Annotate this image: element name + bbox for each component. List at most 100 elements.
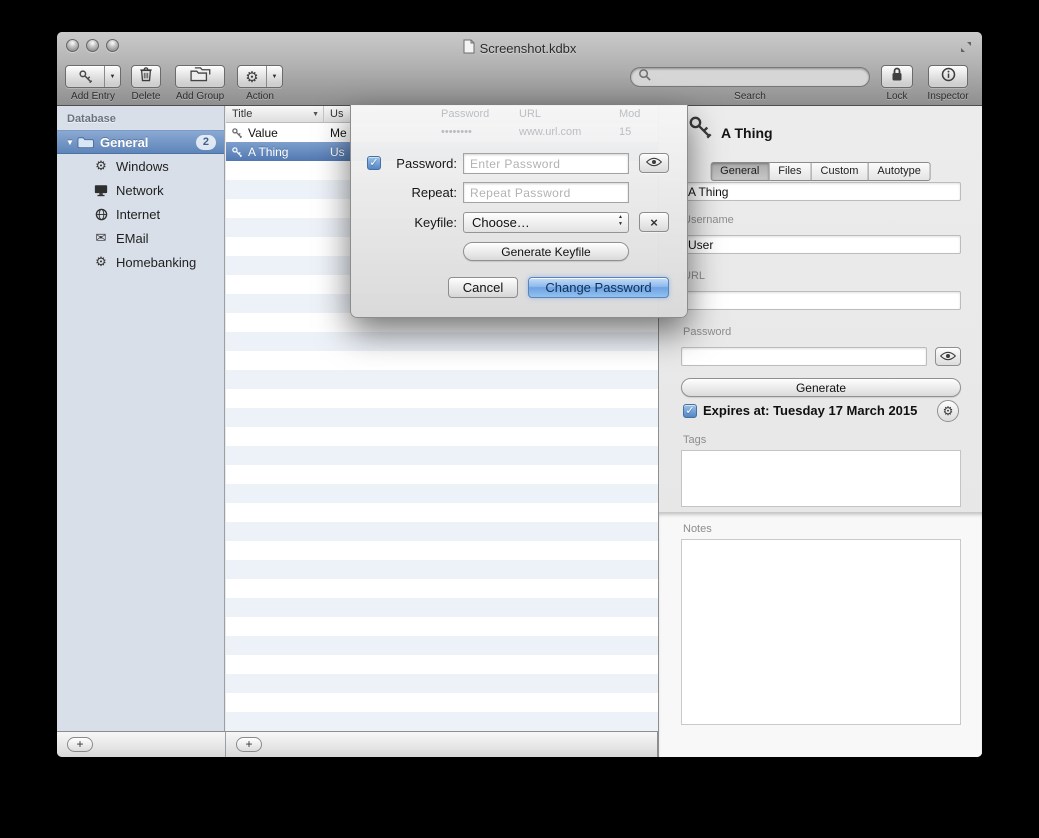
stepper-up-icon: ▲ [618, 215, 623, 220]
tab-custom[interactable]: Custom [812, 162, 869, 181]
tab-general[interactable]: General [710, 162, 769, 181]
fullscreen-icon[interactable] [960, 40, 972, 58]
window-title: Screenshot.kdbx [57, 39, 982, 57]
chevron-down-icon[interactable]: ▼ [266, 66, 282, 87]
gear-icon: ⚙ [943, 404, 954, 418]
reveal-password-button[interactable] [639, 153, 669, 173]
keyfile-value: Choose… [472, 215, 530, 230]
tags-label: Tags [683, 434, 706, 446]
url-field[interactable] [681, 291, 961, 310]
sidebar-item-label: Internet [116, 207, 160, 222]
password-field[interactable] [681, 347, 927, 366]
gear-icon: ⚙ [93, 158, 109, 174]
action-button[interactable]: ⚙ ▼ [237, 65, 283, 88]
gear-icon: ⚙ [238, 66, 266, 87]
password-input[interactable] [463, 153, 629, 174]
column-header-title[interactable]: Title ▼ [226, 106, 324, 122]
delete-button[interactable] [131, 65, 161, 88]
close-icon: × [650, 216, 658, 229]
entry-title-heading: A Thing [721, 125, 773, 141]
generate-keyfile-button[interactable]: Generate Keyfile [463, 242, 629, 261]
add-group-label: Add Group [170, 91, 230, 102]
search-field[interactable] [630, 67, 870, 87]
notes-input[interactable] [681, 539, 961, 725]
sidebar-item-network[interactable]: Network [57, 178, 224, 202]
eye-icon [646, 154, 662, 172]
search-input[interactable] [655, 69, 862, 85]
sidebar-item-email[interactable]: ✉ EMail [57, 226, 224, 250]
repeat-label: Repeat: [385, 185, 457, 200]
key-icon [687, 114, 713, 145]
trash-icon [139, 66, 153, 87]
column-username-text: Us [330, 108, 343, 120]
keyfile-label: Keyfile: [385, 215, 457, 230]
sidebar-item-label: EMail [116, 231, 149, 246]
ghost-list-row: •••••••• www.url.com 15 [351, 126, 687, 140]
add-group-button[interactable] [175, 65, 225, 88]
disclosure-triangle-icon[interactable]: ▼ [63, 138, 77, 147]
window-title-text: Screenshot.kdbx [480, 41, 577, 56]
key-icon [231, 146, 243, 158]
generate-password-button[interactable]: Generate [681, 378, 961, 397]
ghost-url-header: URL [519, 108, 541, 120]
add-group-plus-button[interactable]: + [67, 737, 93, 752]
ghost-password-value: •••••••• [441, 126, 472, 138]
info-icon [941, 67, 956, 87]
tags-input[interactable] [681, 450, 961, 507]
password-checkbox[interactable]: ✓ [367, 156, 381, 170]
inspector-button[interactable] [928, 65, 968, 88]
sidebar-section-header: Database [57, 106, 224, 130]
toolbar: ▼ Add Entry Delete Add Group ⚙ ▼ Action [57, 60, 982, 105]
sidebar-group-general[interactable]: ▼ General 2 [57, 130, 224, 154]
expiry-gear-button[interactable]: ⚙ [937, 400, 959, 422]
search-label: Search [720, 91, 780, 102]
stepper-icon: ▲ ▼ [618, 215, 623, 227]
folders-icon [190, 66, 211, 87]
eye-icon [940, 348, 956, 366]
column-title-text: Title [232, 108, 252, 120]
tab-files[interactable]: Files [769, 162, 811, 181]
inspector-panel: A Thing General Files Custom Autotype Us… [658, 106, 982, 757]
entry-title: Value [248, 126, 278, 140]
sidebar-item-windows[interactable]: ⚙ Windows [57, 154, 224, 178]
add-entry-button[interactable]: ▼ [65, 65, 121, 88]
sidebar: Database ▼ General 2 ⚙ Windows Network I… [57, 106, 225, 731]
sort-arrow-icon: ▼ [312, 111, 319, 118]
username-field[interactable] [681, 235, 961, 254]
inspector-tabs: General Files Custom Autotype [710, 162, 931, 181]
sidebar-item-label: Windows [116, 159, 169, 174]
cancel-button[interactable]: Cancel [448, 277, 518, 298]
list-bottom-bar: + [226, 731, 658, 757]
tab-autotype[interactable]: Autotype [868, 162, 930, 181]
document-icon [463, 39, 475, 57]
change-password-dialog: Password URL Mod •••••••• www.url.com 15… [350, 105, 688, 318]
expires-checkbox[interactable]: ✓ [683, 404, 697, 418]
keyfile-popup[interactable]: Choose… ▲ ▼ [463, 212, 629, 233]
key-icon [231, 127, 243, 139]
ghost-mod-value: 15 [619, 126, 631, 138]
sidebar-item-label: Homebanking [116, 255, 196, 270]
change-password-button[interactable]: Change Password [528, 277, 669, 298]
add-entry-plus-button[interactable]: + [236, 737, 262, 752]
lock-button[interactable] [881, 65, 913, 88]
expires-label: Expires at: Tuesday 17 March 2015 [703, 403, 917, 418]
password-label: Password: [385, 156, 457, 171]
clear-keyfile-button[interactable]: × [639, 212, 669, 232]
chevron-down-icon[interactable]: ▼ [104, 66, 120, 87]
envelope-icon: ✉ [93, 230, 109, 246]
title-field[interactable] [681, 182, 961, 201]
ghost-url-value: www.url.com [519, 126, 581, 138]
monitor-icon [93, 184, 109, 197]
repeat-input[interactable] [463, 182, 629, 203]
delete-label: Delete [116, 91, 176, 102]
entry-title: A Thing [248, 145, 288, 159]
sidebar-item-homebanking[interactable]: ⚙ Homebanking [57, 250, 224, 274]
inspector-label: Inspector [918, 91, 978, 102]
sidebar-item-internet[interactable]: Internet [57, 202, 224, 226]
reveal-password-button[interactable] [935, 347, 961, 366]
lock-icon [890, 66, 904, 87]
count-badge: 2 [196, 135, 216, 150]
ghost-mod-header: Mod [619, 108, 640, 120]
folder-icon [77, 136, 94, 149]
add-entry-label: Add Entry [63, 91, 123, 102]
